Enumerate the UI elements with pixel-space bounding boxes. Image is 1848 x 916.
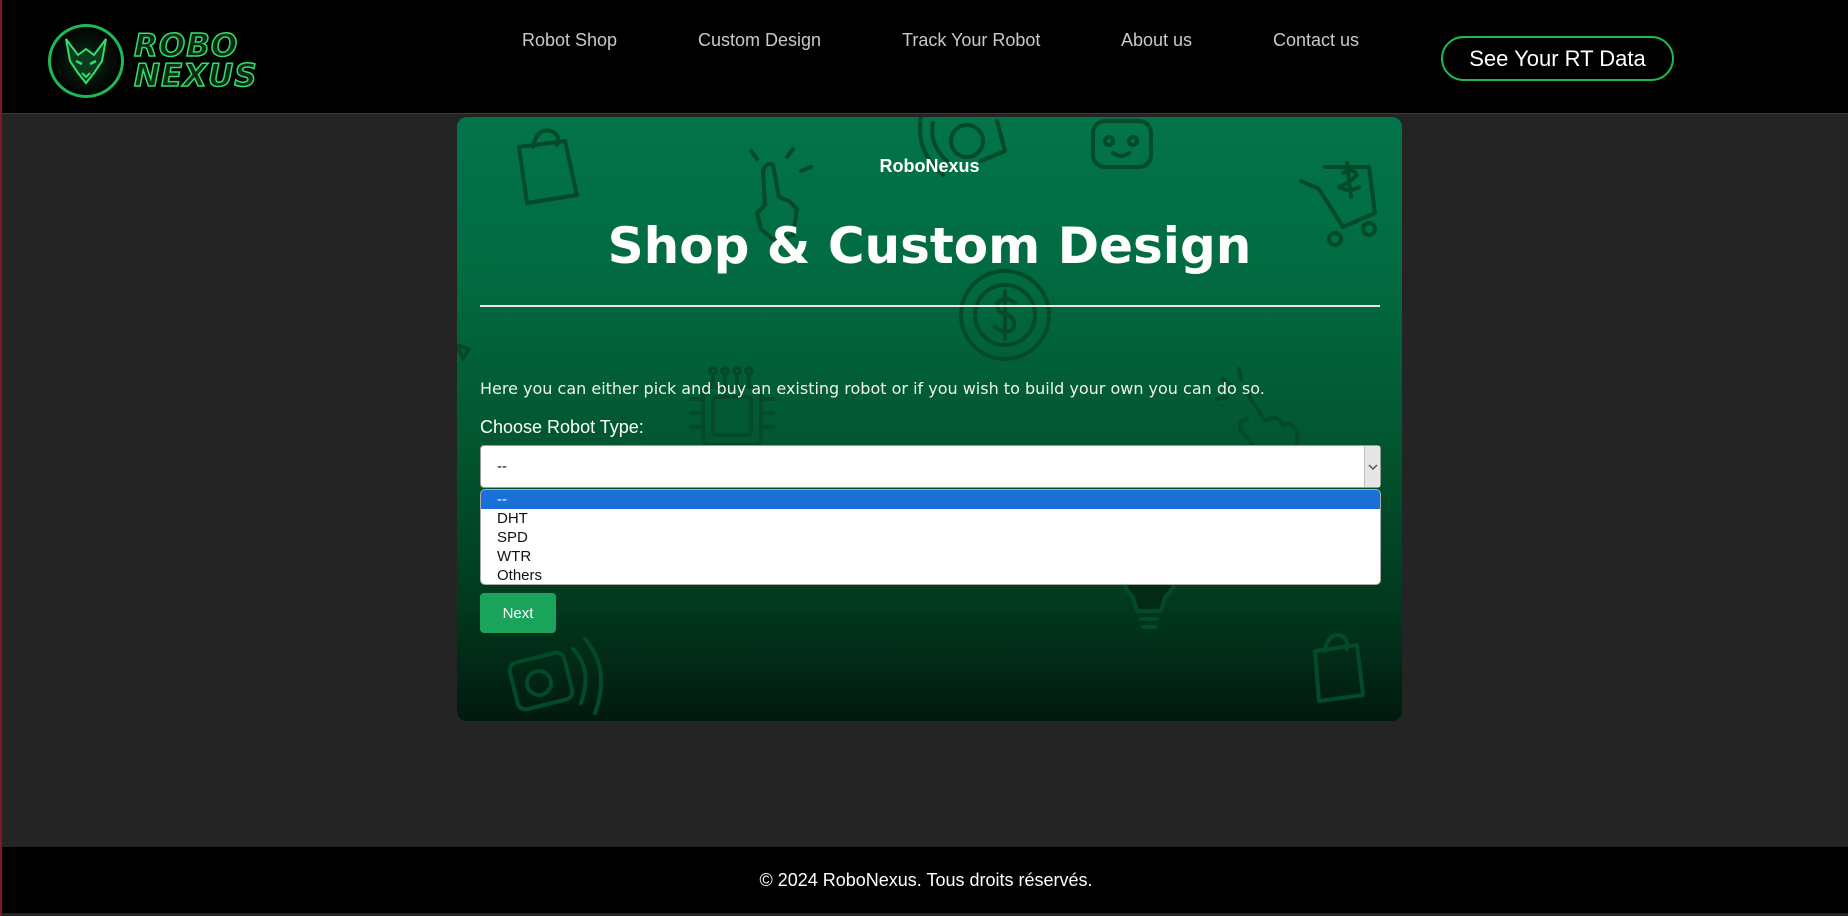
- next-button[interactable]: Next: [480, 593, 556, 633]
- nav-contact-us[interactable]: Contact us: [1273, 30, 1359, 51]
- site-footer: © 2024 RoboNexus. Tous droits réservés.: [2, 847, 1848, 913]
- logo-text: ROBO NEXUS: [133, 28, 258, 94]
- shopping-bag-icon: [1313, 633, 1365, 703]
- option-dht[interactable]: DHT: [481, 509, 1380, 528]
- option-spd[interactable]: SPD: [481, 528, 1380, 547]
- corner-shape: [457, 343, 471, 361]
- camera-icon: [507, 637, 604, 715]
- robot-type-options: -- DHT SPD WTR Others: [480, 489, 1381, 585]
- wolf-logo-icon: [48, 24, 124, 98]
- nav-robot-shop[interactable]: Robot Shop: [522, 30, 617, 51]
- chevron-down-icon[interactable]: [1364, 446, 1380, 487]
- logo[interactable]: ROBO NEXUS: [48, 24, 258, 98]
- nav-track-your-robot[interactable]: Track Your Robot: [902, 30, 1040, 51]
- select-current-value: --: [497, 458, 507, 475]
- robot-type-label: Choose Robot Type:: [480, 417, 644, 437]
- nav-custom-design[interactable]: Custom Design: [698, 30, 821, 51]
- dollar-coin-icon: [959, 269, 1051, 361]
- page-title: Shop & Custom Design: [607, 217, 1252, 275]
- title-divider: [480, 305, 1380, 307]
- brand-name: RoboNexus: [879, 156, 980, 176]
- nav-about-us[interactable]: About us: [1121, 30, 1192, 51]
- option-wtr[interactable]: WTR: [481, 547, 1380, 566]
- logo-text-line1: ROBO: [133, 28, 239, 64]
- intro-text: Here you can either pick and buy an exis…: [480, 379, 1265, 398]
- see-rt-data-button[interactable]: See Your RT Data: [1441, 36, 1674, 81]
- logo-text-line2: NEXUS: [133, 58, 258, 94]
- shop-card: RoboNexus Shop & Custom Design Here you …: [457, 117, 1402, 721]
- site-header: ROBO NEXUS Robot Shop Custom Design Trac…: [2, 0, 1848, 114]
- robot-type-select[interactable]: --: [480, 445, 1381, 488]
- copyright-text: © 2024 RoboNexus. Tous droits réservés.: [759, 869, 1093, 890]
- option-others[interactable]: Others: [481, 566, 1380, 584]
- option-none[interactable]: --: [481, 490, 1380, 509]
